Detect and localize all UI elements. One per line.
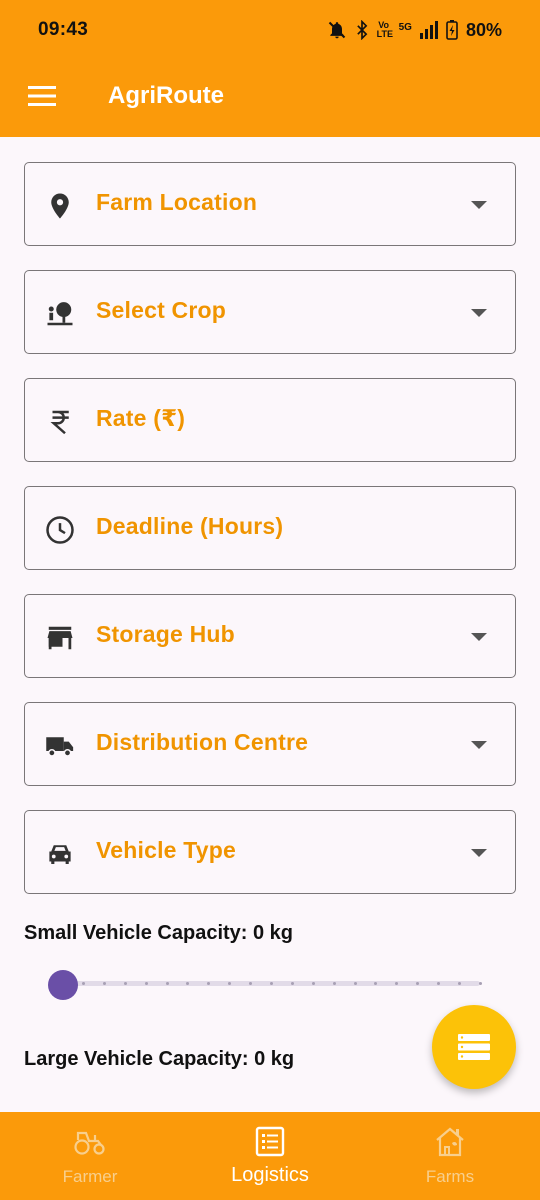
location-pin-icon [51, 193, 69, 219]
nav-item-logistics[interactable]: Logistics [180, 1112, 360, 1200]
tractor-icon [74, 1131, 105, 1155]
volte-icon: Vo LTE [376, 20, 393, 39]
car-icon [49, 845, 71, 864]
vehicle-type-label: Vehicle Type [96, 837, 237, 863]
nav-label-farmer: Farmer [62, 1167, 118, 1186]
app-bar: AgriRoute [0, 60, 540, 137]
mute-bell-icon [328, 21, 345, 39]
select-crop-dropdown[interactable]: Select Crop [24, 270, 516, 354]
slider-thumb[interactable] [48, 970, 78, 1000]
chevron-down-icon [471, 741, 487, 749]
nav-label-logistics: Logistics [231, 1164, 309, 1186]
rate-input[interactable]: Rate (₹) [24, 378, 516, 462]
farmhouse-icon [436, 1127, 464, 1157]
status-icons: Vo LTE 5G 80% [327, 20, 502, 41]
nav-label-farms: Farms [425, 1167, 475, 1186]
list-stack-icon [458, 1034, 490, 1060]
select-crop-label: Select Crop [96, 297, 227, 323]
clock-icon [46, 516, 74, 544]
vehicle-type-dropdown[interactable]: Vehicle Type [24, 810, 516, 894]
slider-ticks [82, 982, 482, 985]
rate-label: Rate (₹) [96, 405, 186, 431]
chevron-down-icon [471, 201, 487, 209]
distribution-centre-label: Distribution Centre [96, 729, 309, 755]
chevron-down-icon [471, 849, 487, 857]
status-time: 09:43 [38, 19, 89, 40]
small-vehicle-capacity-label: Small Vehicle Capacity: 0 kg [24, 922, 294, 944]
status-bar: 09:43 Vo LTE 5G 80% [0, 0, 540, 60]
farm-location-dropdown[interactable]: Farm Location [24, 162, 516, 246]
list-fab-button[interactable] [432, 1005, 516, 1089]
signal-icon [419, 21, 438, 39]
chevron-down-icon [471, 633, 487, 641]
battery-level: 80% [465, 19, 502, 40]
network-type: 5G [398, 21, 412, 33]
nav-item-farmer[interactable]: Farmer [0, 1112, 180, 1200]
store-icon [47, 626, 73, 650]
nav-item-farms[interactable]: Farms [360, 1112, 540, 1200]
small-vehicle-capacity-slider[interactable] [48, 968, 482, 1000]
bluetooth-icon [356, 20, 367, 40]
truck-icon [46, 737, 74, 757]
storage-hub-dropdown[interactable]: Storage Hub [24, 594, 516, 678]
battery-charging-icon [446, 20, 458, 40]
list-icon [255, 1126, 285, 1157]
distribution-centre-dropdown[interactable]: Distribution Centre [24, 702, 516, 786]
bottom-navigation: Farmer Logistics Farms [0, 1112, 540, 1200]
farm-location-label: Farm Location [96, 189, 258, 215]
large-vehicle-capacity-label: Large Vehicle Capacity: 0 kg [24, 1048, 295, 1070]
deadline-input[interactable]: Deadline (Hours) [24, 486, 516, 570]
storage-hub-label: Storage Hub [96, 621, 235, 647]
menu-icon[interactable] [28, 85, 56, 107]
app-title: AgriRoute [108, 82, 224, 109]
chevron-down-icon [471, 309, 487, 317]
deadline-label: Deadline (Hours) [96, 513, 284, 539]
crop-icon [47, 302, 73, 326]
rupee-icon [50, 410, 69, 435]
